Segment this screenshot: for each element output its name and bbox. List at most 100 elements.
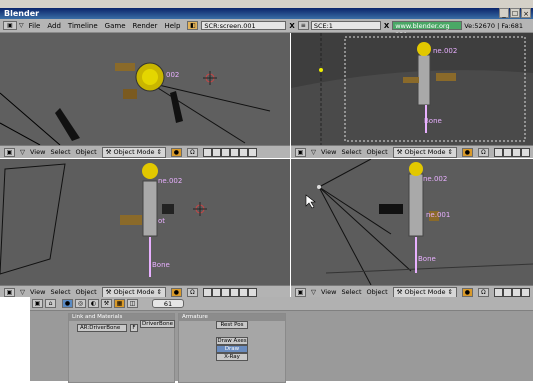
- mode-selector[interactable]: ⚒ Object Mode ⇕: [101, 146, 166, 158]
- collapse-icon[interactable]: ▽: [20, 148, 25, 156]
- mode-selector[interactable]: ⚒ Object Mode ⇕: [101, 286, 166, 298]
- view-type-icon[interactable]: ▣: [4, 287, 15, 297]
- maximize-button[interactable]: ☐: [510, 8, 520, 18]
- buttons-window-header: ▣ ⌂ ● ◎ ◐ ⚒ ▦ ◫ 61: [30, 297, 533, 311]
- screen-field[interactable]: SCR:screen.001: [201, 21, 287, 30]
- viewport-top-left-header: ▣ ▽ View Select Object ⚒ Object Mode ⇕ ● Ω: [0, 145, 290, 158]
- scene-field[interactable]: SCE:1: [310, 21, 381, 30]
- fake-user-button[interactable]: F: [130, 324, 138, 332]
- viewport-top-left[interactable]: 002: [0, 33, 290, 145]
- shading-icon[interactable]: ●: [170, 287, 182, 297]
- mouse-cursor-icon: [305, 194, 316, 209]
- layer-buttons[interactable]: [202, 147, 257, 157]
- scene-stats: Ve:52670 | Fa:681: [464, 21, 524, 30]
- menu-timeline[interactable]: Timeline: [68, 22, 98, 30]
- mode-arrow-icon: ⇕: [447, 287, 453, 296]
- layer-buttons[interactable]: [202, 287, 257, 297]
- draw-names-button[interactable]: Draw Name: [216, 345, 248, 359]
- scene-browse-icon[interactable]: ≡: [297, 21, 309, 30]
- vp-tl-label-0: 002: [166, 71, 179, 79]
- menu-select[interactable]: Select: [50, 148, 70, 156]
- menu-add[interactable]: Add: [47, 22, 61, 30]
- viewport-bottom-right-scene: ne.002 ne.001 Bone: [305, 159, 533, 285]
- mode-icon: ⚒: [105, 147, 112, 156]
- vp-br-label-1: ne.001: [426, 211, 450, 219]
- menu-view[interactable]: View: [30, 288, 45, 296]
- scene-delete-button[interactable]: X: [384, 22, 389, 30]
- object-context-icon[interactable]: ⚒: [101, 299, 112, 308]
- mode-icon: ⚒: [105, 287, 112, 296]
- script-context-icon[interactable]: ◎: [75, 299, 86, 308]
- menu-object[interactable]: Object: [367, 148, 388, 156]
- menu-view[interactable]: View: [30, 148, 45, 156]
- window-controls: _ ☐ ×: [499, 8, 531, 18]
- screen-delete-button[interactable]: X: [289, 22, 294, 30]
- buttons-editor-icon[interactable]: ▣: [32, 299, 43, 308]
- editing-context-icon[interactable]: ▦: [114, 299, 125, 308]
- xray-button[interactable]: X-Ray: [216, 353, 248, 361]
- layer-buttons[interactable]: [493, 287, 530, 297]
- menu-object[interactable]: Object: [76, 288, 97, 296]
- menu-select[interactable]: Select: [341, 148, 361, 156]
- mode-label: Object Mode: [404, 287, 446, 296]
- menu-game[interactable]: Game: [105, 22, 126, 30]
- viewport-top-right[interactable]: ne.002 Bone: [291, 33, 533, 145]
- viewport-top-right-scene: ne.002 Bone: [291, 33, 533, 145]
- menu-object[interactable]: Object: [367, 288, 388, 296]
- pivot-icon[interactable]: Ω: [186, 147, 198, 157]
- menu-object[interactable]: Object: [76, 148, 97, 156]
- pivot-icon[interactable]: Ω: [477, 147, 489, 157]
- editor-type-icon[interactable]: ▣: [3, 21, 17, 30]
- titlebar-strip: [0, 8, 533, 19]
- scene-context-icon[interactable]: ◫: [127, 299, 138, 308]
- mode-selector[interactable]: ⚒ Object Mode ⇕: [392, 146, 457, 158]
- logic-context-icon[interactable]: ●: [62, 299, 73, 308]
- viewport-top-left-scene: 002: [0, 62, 271, 145]
- mode-icon: ⚒: [396, 287, 403, 296]
- mode-arrow-icon: ⇕: [447, 147, 453, 156]
- menu-select[interactable]: Select: [341, 288, 361, 296]
- mode-selector[interactable]: ⚒ Object Mode ⇕: [392, 286, 457, 298]
- menu-file[interactable]: File: [29, 22, 41, 30]
- shading-icon[interactable]: ●: [170, 147, 182, 157]
- menu-help[interactable]: Help: [164, 22, 180, 30]
- menu-render[interactable]: Render: [133, 22, 158, 30]
- menubar: ▣ ▽ File Add Timeline Game Render Help ◧…: [0, 19, 533, 39]
- home-icon[interactable]: ⌂: [45, 299, 56, 308]
- shading-icon[interactable]: ●: [461, 287, 473, 297]
- rest-pos-button[interactable]: Rest Pos: [216, 321, 248, 329]
- collapse-icon[interactable]: ▽: [20, 288, 25, 296]
- view-type-icon[interactable]: ▣: [295, 147, 306, 157]
- menu-view[interactable]: View: [321, 148, 336, 156]
- minimize-button[interactable]: _: [499, 8, 509, 18]
- pivot-icon[interactable]: Ω: [186, 287, 198, 297]
- view-type-icon[interactable]: ▣: [4, 147, 15, 157]
- layer-buttons[interactable]: [493, 147, 530, 157]
- viewport-bottom-right[interactable]: ne.002 ne.001 Bone: [291, 159, 533, 285]
- menu-view[interactable]: View: [321, 288, 336, 296]
- collapse-menu-icon[interactable]: ▽: [19, 22, 24, 29]
- menu-select[interactable]: Select: [50, 288, 70, 296]
- frame-field[interactable]: 61: [152, 299, 184, 308]
- draw-axes-button[interactable]: Draw Axes: [216, 337, 248, 345]
- vp-tr-label-0: ne.002: [433, 47, 457, 55]
- armature-name-field[interactable]: AR:DriverBone: [77, 324, 127, 332]
- screen-browse-icon[interactable]: ◧: [187, 21, 199, 30]
- vp-br-label-0: ne.002: [423, 175, 447, 183]
- viewport-bottom-left[interactable]: ne.002 ot Bone: [0, 159, 290, 285]
- close-button[interactable]: ×: [521, 8, 531, 18]
- shading-context-icon[interactable]: ◐: [88, 299, 99, 308]
- collapse-icon[interactable]: ▽: [311, 148, 316, 156]
- object-name-field[interactable]: DriverBone: [140, 320, 175, 328]
- vp-bl-label-1: ot: [158, 217, 165, 225]
- window-title: Blender: [4, 9, 40, 18]
- pivot-icon[interactable]: Ω: [477, 287, 489, 297]
- shading-icon[interactable]: ●: [461, 147, 473, 157]
- collapse-icon[interactable]: ▽: [311, 288, 316, 296]
- vp-bl-label-2: Bone: [152, 261, 170, 269]
- viewport-top-right-header: ▣ ▽ View Select Object ⚒ Object Mode ⇕ ● Ω: [291, 145, 533, 158]
- armature-title: Armature: [179, 314, 285, 321]
- window-titlebar: Blender _ ☐ ×: [0, 0, 533, 19]
- view-type-icon[interactable]: ▣: [295, 287, 306, 297]
- mode-label: Object Mode: [113, 287, 155, 296]
